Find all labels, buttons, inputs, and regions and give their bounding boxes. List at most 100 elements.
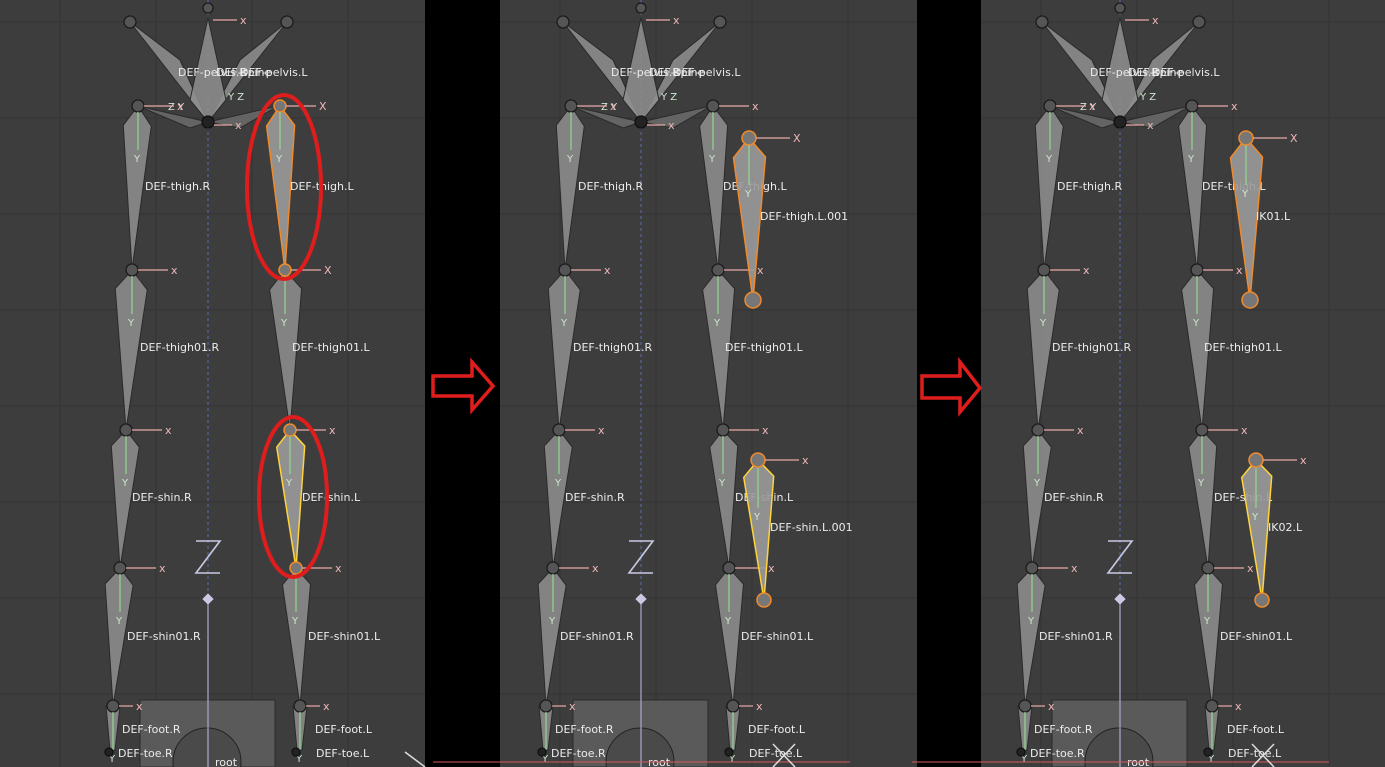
label-pelvis-l: DEF-pelvis.L [673, 66, 741, 79]
x-axis-label: x [762, 424, 769, 437]
pelvis-head[interactable] [1113, 115, 1127, 129]
extra-thigh-head[interactable] [1238, 130, 1254, 146]
right-arrow-outline-icon [920, 356, 983, 417]
toe-joint-r[interactable] [1016, 747, 1026, 757]
joint-l-3[interactable] [722, 561, 736, 575]
extra-shin-head[interactable] [750, 452, 766, 468]
y-axis-label: Y [548, 616, 556, 627]
label-shin-r: DEF-shin.R [1044, 491, 1104, 504]
y-axis-label: Y [291, 616, 299, 627]
joint-r-3[interactable] [1025, 561, 1039, 575]
label-foot-l: DEF-foot.L [315, 723, 373, 736]
joint-l-2[interactable] [716, 423, 730, 437]
y-axis-label: Y [133, 154, 141, 165]
toe-joint-r[interactable] [537, 747, 547, 757]
joint-l-0[interactable] [1185, 99, 1199, 113]
joint-l-1[interactable] [711, 263, 725, 277]
joint-l-3[interactable] [289, 561, 303, 575]
step-arrow-1 [431, 357, 496, 415]
y-axis-label: Y [1045, 154, 1053, 165]
x-axis-label: x [240, 14, 247, 27]
toe-joint-l[interactable] [291, 747, 301, 757]
joint-r-1[interactable] [558, 263, 572, 277]
spine-tail[interactable] [202, 2, 214, 14]
x-axis-label: x [335, 562, 342, 575]
label-thigh01-l: DEF-thigh01.L [1204, 341, 1283, 354]
y-axis-label: Y [560, 318, 568, 329]
pelvis-l-axes: Y Z [660, 92, 677, 103]
joint-r-1[interactable] [125, 263, 139, 277]
y-axis-label: Y [1251, 512, 1259, 523]
label-thigh01-r: DEF-thigh01.R [1052, 341, 1132, 354]
extra-shin-tail[interactable] [756, 592, 772, 608]
label-thigh-r: DEF-thigh.R [578, 180, 644, 193]
x-axis-label: x [171, 264, 178, 277]
joint-l-2[interactable] [283, 423, 297, 437]
extra-shin-tail[interactable] [1254, 592, 1270, 608]
joint-r-2[interactable] [119, 423, 133, 437]
label-shin01-r: DEF-shin01.R [560, 630, 634, 643]
joint-r-0[interactable] [1043, 99, 1057, 113]
label-foot-r: DEF-foot.R [555, 723, 614, 736]
y-axis-label: Y [1187, 154, 1195, 165]
label-foot-l: DEF-foot.L [1227, 723, 1285, 736]
joint-r-0[interactable] [131, 99, 145, 113]
x-axis-label: x [1152, 14, 1159, 27]
y-axis-label: Y [1192, 318, 1200, 329]
extra-thigh-tail[interactable] [744, 291, 762, 309]
spine-tail[interactable] [635, 2, 647, 14]
joint-l-3[interactable] [1201, 561, 1215, 575]
joint-r-3[interactable] [546, 561, 560, 575]
joint-l-2[interactable] [1195, 423, 1209, 437]
joint-r-0[interactable] [564, 99, 578, 113]
label-root: root [215, 756, 238, 767]
label-foot-l: DEF-foot.L [748, 723, 806, 736]
y-axis-label: Y [744, 189, 752, 200]
pelvis-r-tail[interactable] [556, 15, 570, 29]
x-axis-label: x [592, 562, 599, 575]
label-thigh-r: DEF-thigh.R [145, 180, 211, 193]
joint-l-0[interactable] [706, 99, 720, 113]
pelvis-head[interactable] [201, 115, 215, 129]
joint-r-4[interactable] [106, 699, 120, 713]
extra-thigh-tail[interactable] [1241, 291, 1259, 309]
y-axis-label: Y [275, 154, 283, 165]
pelvis-l-tail[interactable] [280, 15, 294, 29]
joint-r-3[interactable] [113, 561, 127, 575]
x-axis-label: x [668, 119, 675, 132]
y-axis-label: Y [285, 478, 293, 489]
x-axis-label: x [598, 424, 605, 437]
label-extra-thigh: IK01.L [1256, 210, 1291, 223]
toe-joint-l[interactable] [1203, 747, 1213, 757]
pelvis-l-tail[interactable] [1192, 15, 1206, 29]
joint-l-4[interactable] [293, 699, 307, 713]
joint-l-1[interactable] [278, 263, 292, 277]
toe-joint-r[interactable] [104, 747, 114, 757]
joint-l-0[interactable] [273, 99, 287, 113]
spine-tail[interactable] [1114, 2, 1126, 14]
pelvis-head[interactable] [634, 115, 648, 129]
label-shin01-r: DEF-shin01.R [127, 630, 201, 643]
extra-thigh-head[interactable] [741, 130, 757, 146]
x-axis-label: x [1231, 100, 1238, 113]
right-arrow-outline-icon [431, 357, 496, 415]
joint-r-4[interactable] [1018, 699, 1032, 713]
pelvis-r-tail[interactable] [1035, 15, 1049, 29]
joint-r-4[interactable] [539, 699, 553, 713]
joint-l-4[interactable] [1205, 699, 1219, 713]
toe-joint-l[interactable] [724, 747, 734, 757]
label-extra-shin: DEF-shin.L.001 [770, 521, 853, 534]
pelvis-l-tail[interactable] [713, 15, 727, 29]
extra-shin-head[interactable] [1248, 452, 1264, 468]
joint-r-2[interactable] [552, 423, 566, 437]
x-axis-label: x [569, 700, 576, 713]
pelvis-r-tail[interactable] [123, 15, 137, 29]
x-axis-label: x [604, 264, 611, 277]
x-axis-label: X [324, 264, 332, 277]
joint-l-4[interactable] [726, 699, 740, 713]
joint-r-1[interactable] [1037, 263, 1051, 277]
x-axis-label: x [1241, 424, 1248, 437]
joint-l-1[interactable] [1190, 263, 1204, 277]
joint-r-2[interactable] [1031, 423, 1045, 437]
label-thigh01-l: DEF-thigh01.L [292, 341, 371, 354]
